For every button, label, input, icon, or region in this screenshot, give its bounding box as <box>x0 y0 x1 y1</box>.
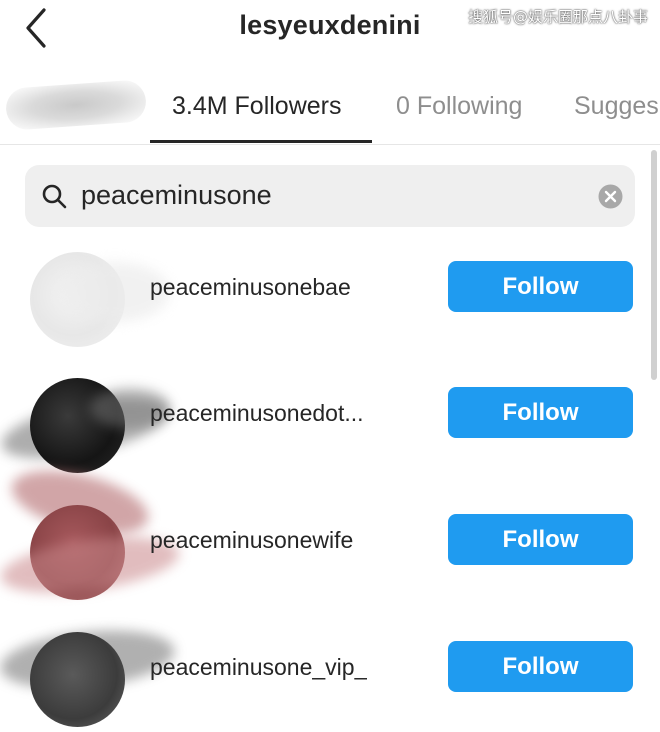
follow-button[interactable]: Follow <box>448 641 633 692</box>
clear-icon[interactable] <box>598 184 623 209</box>
follow-button[interactable]: Follow <box>448 514 633 565</box>
list-item[interactable]: peaceminusone_vip_ Follow <box>0 622 660 732</box>
tab-followers[interactable]: 3.4M Followers <box>172 92 342 121</box>
search-bar[interactable]: peaceminusone <box>25 165 635 227</box>
tab-bar: 3.4M Followers 0 Following Sugges <box>0 72 660 145</box>
header: lesyeuxdenini 搜狐号@娱乐圈那点八卦事 <box>0 0 660 62</box>
search-icon <box>42 184 67 209</box>
tab-suggested[interactable]: Sugges <box>574 92 659 121</box>
list-item[interactable]: peaceminusonedot... Follow <box>0 368 660 478</box>
active-tab-indicator <box>150 140 372 143</box>
follow-button[interactable]: Follow <box>448 261 633 312</box>
username[interactable]: peaceminusonedot... <box>150 400 364 427</box>
username[interactable]: peaceminusonebae <box>150 274 351 301</box>
watermark: 搜狐号@娱乐圈那点八卦事 <box>467 8 648 26</box>
username[interactable]: peaceminusonewife <box>150 527 353 554</box>
blurred-avatar <box>4 79 148 131</box>
avatar <box>30 632 125 727</box>
username[interactable]: peaceminusone_vip_ <box>150 654 367 681</box>
list-item[interactable]: peaceminusonebae Follow <box>0 242 660 352</box>
search-input[interactable]: peaceminusone <box>81 180 272 211</box>
tab-following[interactable]: 0 Following <box>396 92 522 121</box>
list-item[interactable]: peaceminusonewife Follow <box>0 458 660 605</box>
follow-button[interactable]: Follow <box>448 387 633 438</box>
